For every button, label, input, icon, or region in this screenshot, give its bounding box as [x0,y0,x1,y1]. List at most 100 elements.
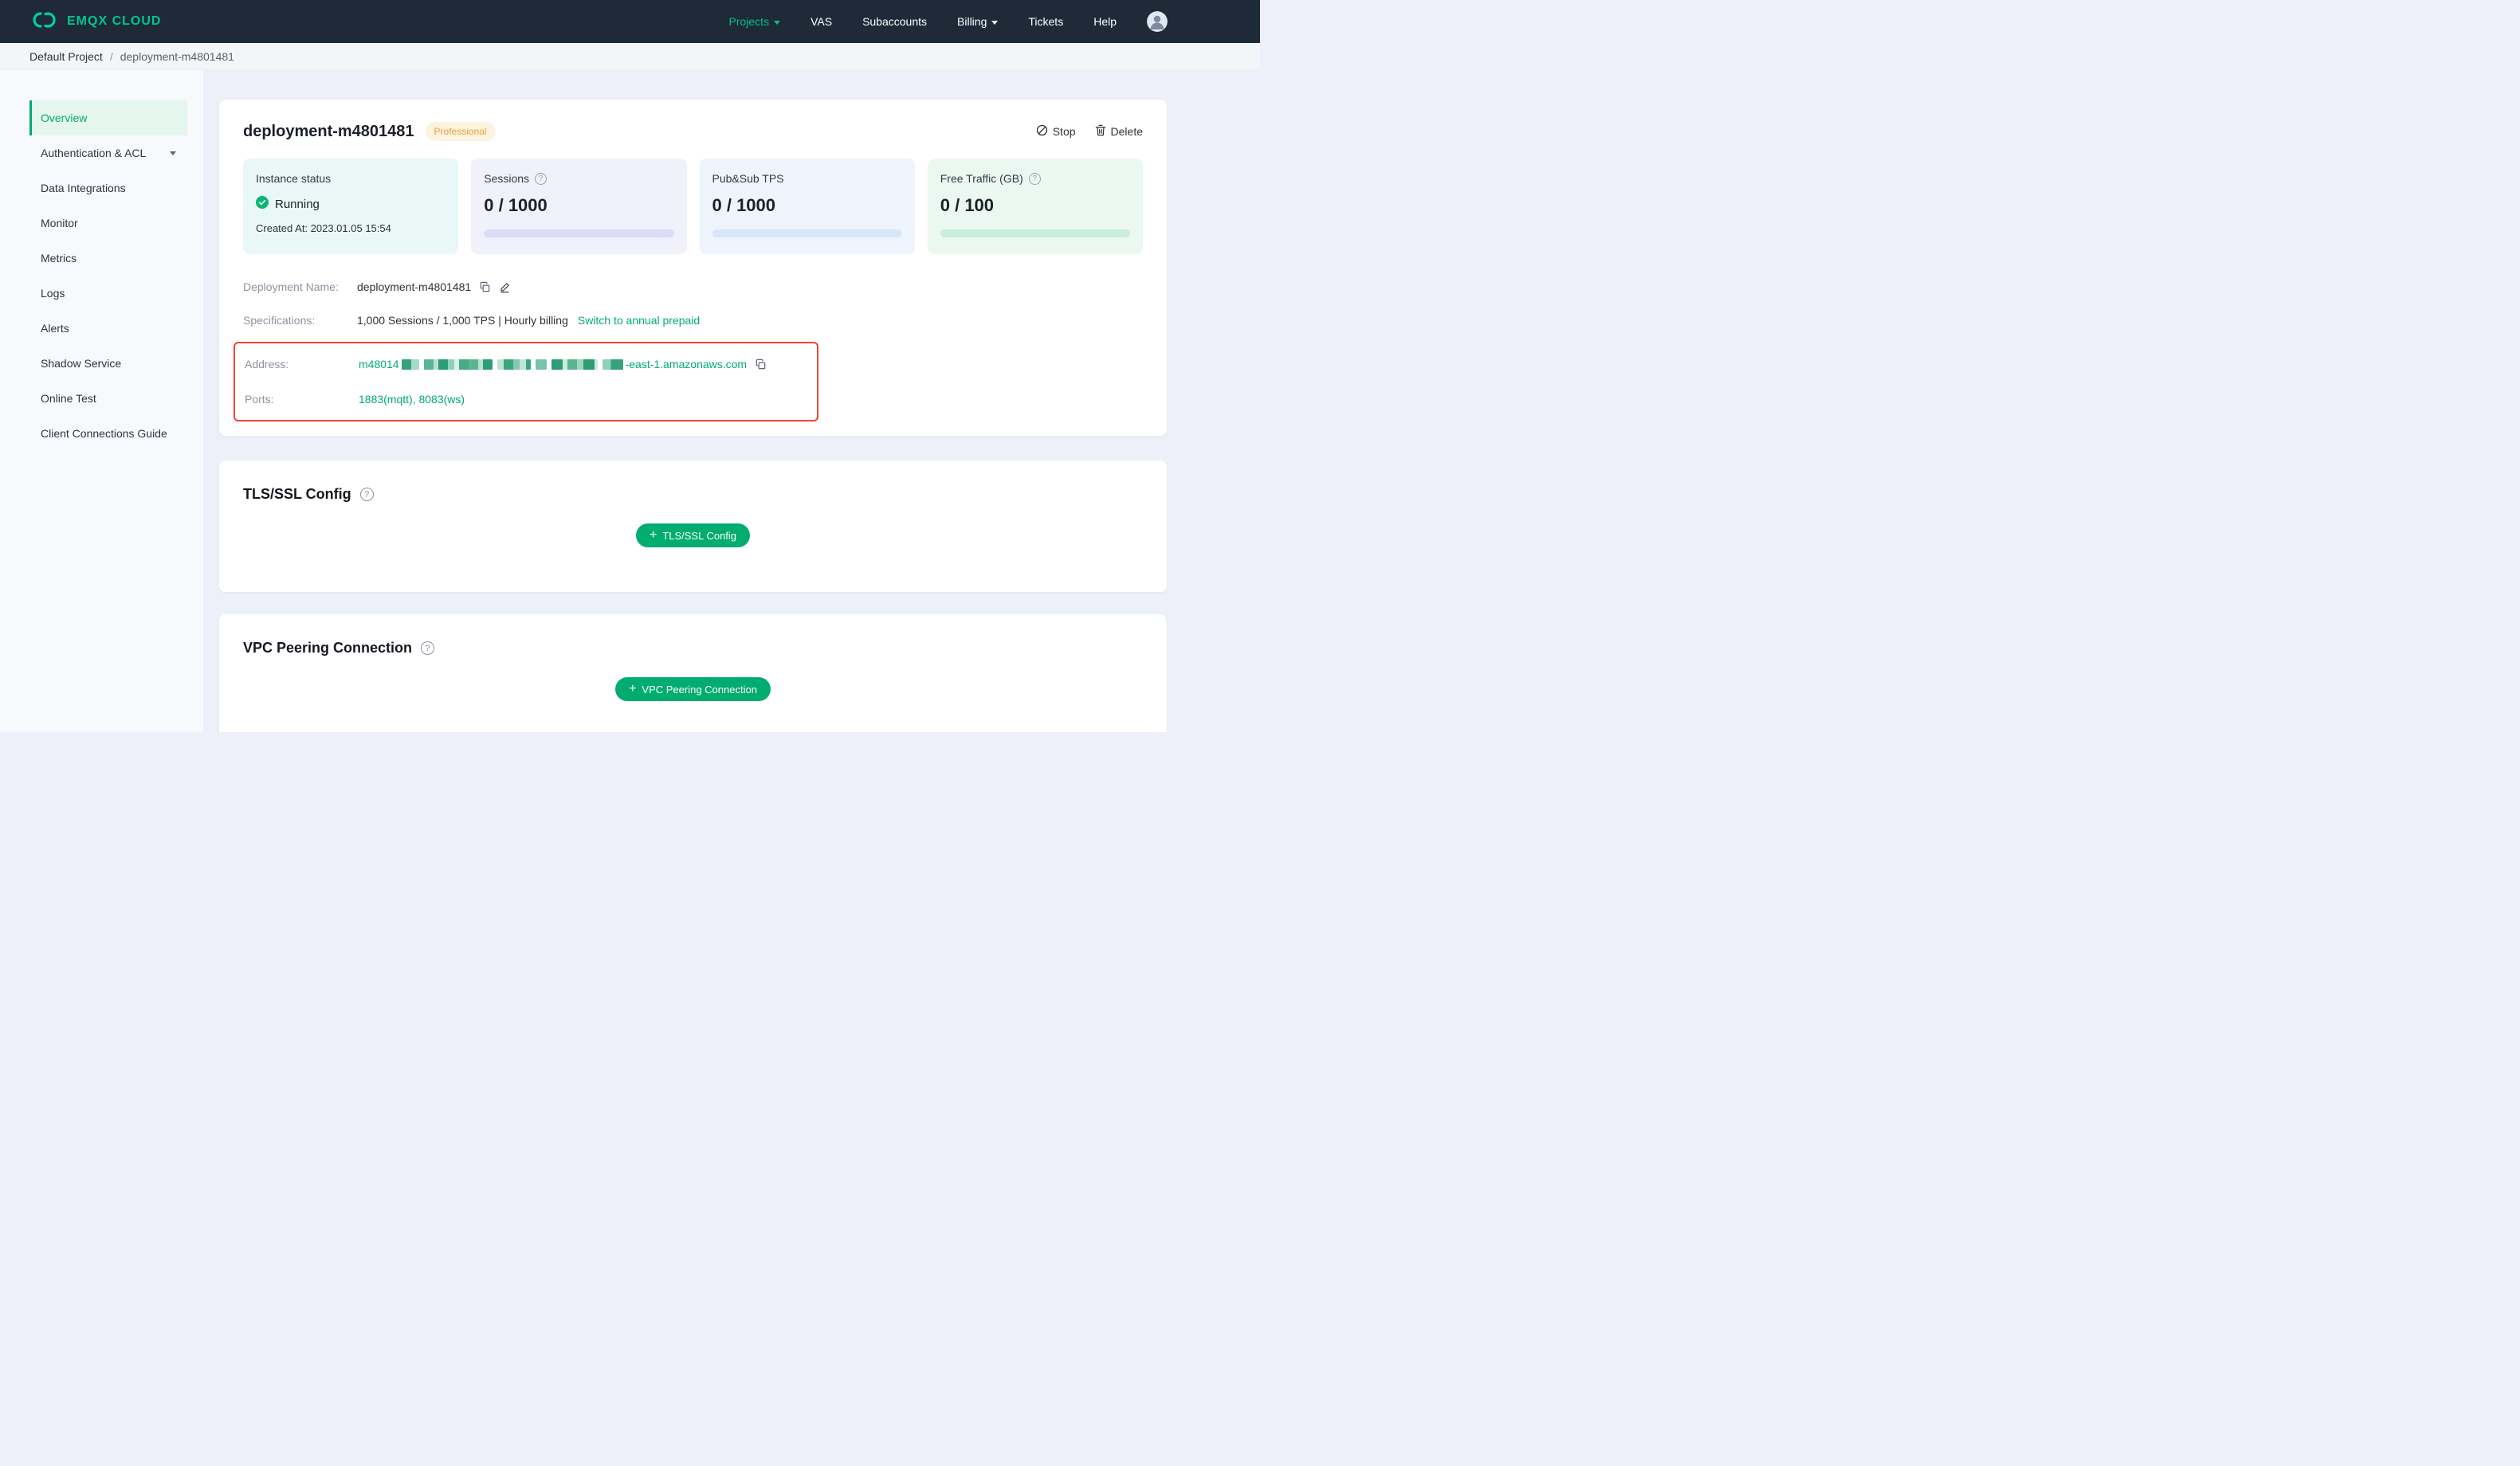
pubsub-tps-progress-bar [712,229,902,237]
address-suffix: -east-1.amazonaws.com [625,358,748,370]
deployment-title: deployment-m4801481 [243,122,414,140]
switch-annual-prepaid-link[interactable]: Switch to annual prepaid [578,314,700,327]
vpc-peering-section: VPC Peering Connection VPC Peering Conne… [219,614,1167,732]
check-circle-icon [256,196,269,212]
pubsub-tps-label: Pub&Sub TPS [712,172,784,185]
chevron-down-icon [774,20,781,25]
help-icon[interactable] [535,172,548,185]
stats-row: Instance status Running Created At: 2023… [243,159,1143,254]
sidebar-item-data-integrations[interactable]: Data Integrations [29,171,187,206]
delete-button[interactable]: Delete [1095,124,1143,139]
user-avatar[interactable] [1147,11,1168,32]
copy-icon[interactable] [755,359,767,370]
sessions-card: Sessions 0 / 1000 [471,159,687,254]
breadcrumb-deployment: deployment-m4801481 [120,49,234,63]
brand-name: EMQX CLOUD [67,14,162,28]
nav-billing[interactable]: Billing [957,15,999,28]
sidebar-item-label: Overview [41,112,88,124]
help-icon[interactable] [421,641,435,655]
chevron-down-icon [170,151,176,155]
free-traffic-value: 0 / 100 [940,195,995,215]
deployment-name-value: deployment-m4801481 [357,280,472,293]
free-traffic-progress-bar [940,229,1130,237]
plus-icon [650,529,657,542]
sidebar-menu: Overview Authentication & ACL Data Integ… [29,100,187,451]
stop-button-label: Stop [1052,125,1076,138]
stop-icon [1036,124,1048,139]
sidebar-item-label: Client Connections Guide [41,427,167,440]
chevron-down-icon [991,20,999,25]
breadcrumb: Default Project / deployment-m4801481 [0,43,1260,70]
sidebar-item-label: Alerts [41,322,69,335]
pubsub-tps-card: Pub&Sub TPS 0 / 1000 [699,159,915,254]
edit-icon[interactable] [499,281,511,293]
address-value: m48014 -east-1.amazonaws.com [359,358,747,370]
sidebar-item-alerts[interactable]: Alerts [29,311,187,346]
deployment-name-row: Deployment Name: deployment-m4801481 [243,275,1143,299]
nav-projects-label: Projects [728,15,770,28]
nav-projects[interactable]: Projects [729,15,781,28]
deployment-info: Deployment Name: deployment-m4801481 Spe… [234,275,1143,421]
instance-status-card: Instance status Running Created At: 2023… [243,159,459,254]
main-content: deployment-m4801481 Professional Stop De… [203,70,1260,732]
nav-tickets[interactable]: Tickets [1028,15,1063,28]
copy-icon[interactable] [479,281,491,293]
pubsub-tps-value: 0 / 1000 [712,195,776,215]
sidebar-item-label: Shadow Service [41,357,122,370]
sidebar-item-label: Monitor [41,217,78,229]
sidebar-item-client-connections-guide[interactable]: Client Connections Guide [29,416,187,451]
nav-billing-label: Billing [957,15,987,28]
annotation-highlight-box: Address: m48014 -east-1.amazonaws.com Po… [234,342,818,421]
specifications-value: 1,000 Sessions / 1,000 TPS | Hourly bill… [357,314,568,327]
sidebar-item-metrics[interactable]: Metrics [29,241,187,276]
plan-badge: Professional [425,122,496,141]
sidebar-item-label: Online Test [41,392,96,405]
deployment-name-label: Deployment Name: [243,280,339,293]
sidebar: Overview Authentication & ACL Data Integ… [0,70,203,732]
stop-button[interactable]: Stop [1036,124,1076,139]
address-label: Address: [245,358,289,370]
sidebar-item-overview[interactable]: Overview [29,100,187,135]
add-tls-ssl-config-button[interactable]: TLS/SSL Config [635,523,751,547]
address-redaction [551,359,598,370]
add-vpc-peering-button[interactable]: VPC Peering Connection [615,677,771,701]
sidebar-item-label: Logs [41,287,65,300]
deployment-overview-card: deployment-m4801481 Professional Stop De… [219,100,1167,436]
ports-label: Ports: [245,393,274,406]
add-vpc-peering-label: VPC Peering Connection [642,683,757,696]
sidebar-item-logs[interactable]: Logs [29,276,187,311]
sidebar-item-label: Authentication & ACL [41,147,147,159]
sessions-label: Sessions [484,172,530,185]
nav-vas[interactable]: VAS [811,15,832,28]
breadcrumb-project[interactable]: Default Project [29,50,103,63]
sidebar-item-monitor[interactable]: Monitor [29,206,187,241]
specifications-row: Specifications: 1,000 Sessions / 1,000 T… [243,308,1143,332]
help-icon[interactable] [1028,172,1041,185]
emqx-logo-icon [29,10,58,33]
instance-status-value: Running [275,197,320,211]
free-traffic-card: Free Traffic (GB) 0 / 100 [927,159,1143,254]
tls-ssl-title: TLS/SSL Config [243,486,351,502]
help-icon[interactable] [359,488,374,501]
nav-subaccounts[interactable]: Subaccounts [862,15,927,28]
address-redaction [401,359,419,370]
created-at-text: Created At: 2023.01.05 15:54 [256,222,391,234]
free-traffic-label: Free Traffic (GB) [940,172,1023,185]
nav-vas-label: VAS [811,15,833,28]
address-prefix: m48014 [359,358,399,370]
ports-value: 1883(mqtt), 8083(ws) [359,393,465,406]
address-row: Address: m48014 -east-1.amazonaws.com [245,352,807,376]
address-redaction [497,359,531,370]
top-navbar: EMQX CLOUD Projects VAS Subaccounts Bill… [0,0,1260,43]
sidebar-item-online-test[interactable]: Online Test [29,381,187,416]
add-tls-ssl-config-label: TLS/SSL Config [662,529,737,542]
nav-help[interactable]: Help [1093,15,1117,28]
nav-help-label: Help [1093,15,1117,28]
sidebar-item-shadow-service[interactable]: Shadow Service [29,346,187,381]
sidebar-item-label: Metrics [41,252,77,265]
sidebar-item-authentication-acl[interactable]: Authentication & ACL [29,135,187,171]
address-redaction [535,359,547,370]
nav-tickets-label: Tickets [1028,15,1064,28]
delete-button-label: Delete [1110,125,1143,138]
sessions-progress-bar [484,229,674,237]
